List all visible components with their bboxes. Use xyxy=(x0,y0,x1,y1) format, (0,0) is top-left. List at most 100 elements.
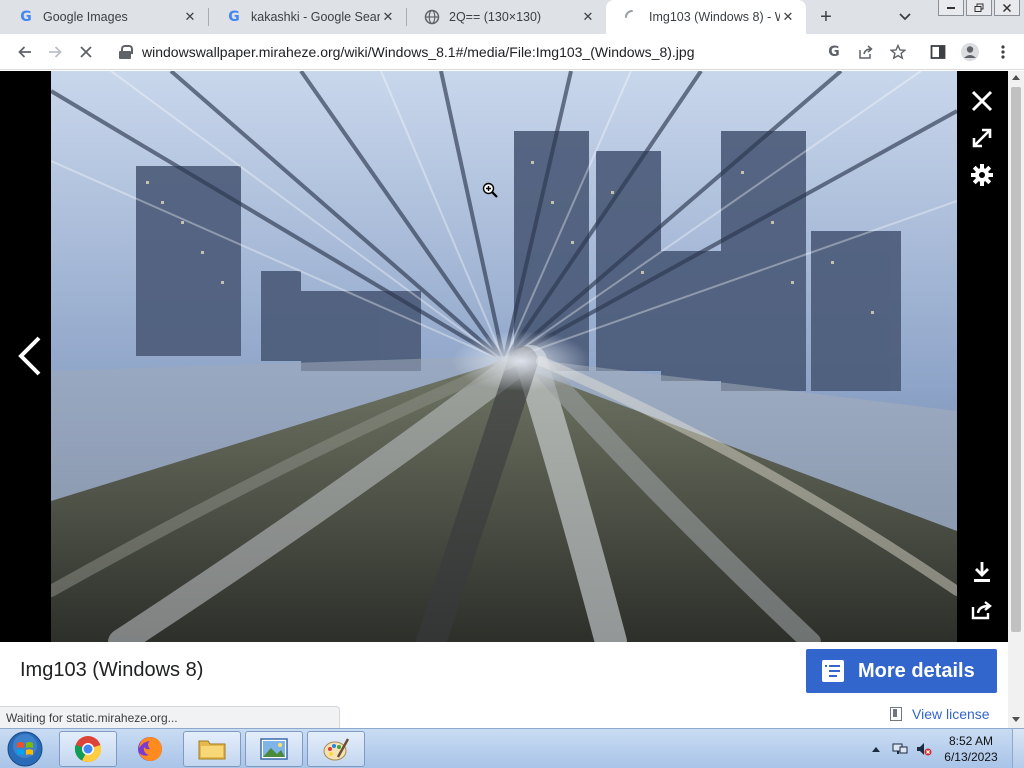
taskbar-photo-viewer[interactable] xyxy=(245,731,303,767)
loading-status: Waiting for static.miraheze.org... xyxy=(0,706,340,728)
new-tab-button[interactable]: + xyxy=(815,6,837,28)
loading-spinner-icon xyxy=(624,9,640,25)
share-icon xyxy=(971,601,992,620)
arrow-right-icon xyxy=(49,46,62,58)
stop-loading-button[interactable] xyxy=(75,41,97,63)
browser-menu-button[interactable] xyxy=(993,42,1013,62)
viewer-toolbar xyxy=(957,71,1008,642)
fullscreen-button[interactable] xyxy=(963,121,1001,155)
profile-button[interactable] xyxy=(960,42,980,62)
paint-icon xyxy=(323,738,350,761)
tunnel-photo xyxy=(51,71,957,642)
minimize-button[interactable] xyxy=(938,0,964,16)
close-viewer-button[interactable] xyxy=(963,84,1001,118)
license-icon xyxy=(890,707,902,721)
start-button[interactable] xyxy=(3,730,47,768)
google-icon: G xyxy=(228,9,240,25)
avatar-icon xyxy=(961,43,979,61)
windows-taskbar: 8:52 AM 6/13/2023 xyxy=(0,728,1024,768)
url-text[interactable]: windowswallpaper.miraheze.org/wiki/Windo… xyxy=(142,44,694,60)
document-icon xyxy=(822,660,844,682)
chrome-icon xyxy=(74,736,102,763)
close-window-button[interactable] xyxy=(994,0,1020,16)
view-license-label: View license xyxy=(912,706,990,722)
back-button[interactable] xyxy=(14,41,36,63)
tab-title: 2Q== (130×130) xyxy=(449,10,542,24)
download-icon xyxy=(974,562,990,582)
file-explorer-icon xyxy=(198,740,226,760)
tab-title: kakashki - Google Search xyxy=(251,10,380,24)
clock-date: 6/13/2023 xyxy=(944,750,998,764)
close-icon[interactable]: ✕ xyxy=(580,9,596,25)
more-details-button[interactable]: More details xyxy=(806,649,997,693)
zoom-in-cursor-icon xyxy=(482,182,498,198)
tab-search-button[interactable] xyxy=(896,8,914,26)
lock-icon[interactable] xyxy=(118,45,133,59)
google-icon: G xyxy=(20,9,32,25)
previous-image-button[interactable] xyxy=(10,326,50,386)
google-lens-button[interactable]: G xyxy=(824,42,844,62)
google-icon: G xyxy=(828,44,840,60)
firefox-icon xyxy=(138,737,162,761)
media-viewer xyxy=(0,71,1008,642)
wallpaper-image[interactable] xyxy=(51,71,957,642)
image-title: Img103 (Windows 8) xyxy=(20,659,204,681)
show-desktop-button[interactable] xyxy=(1012,729,1024,768)
close-icon[interactable]: ✕ xyxy=(182,9,198,25)
chevron-left-icon xyxy=(18,336,41,376)
scroll-down-arrow-icon[interactable] xyxy=(1012,717,1020,722)
share-image-button[interactable] xyxy=(963,593,1001,627)
tab-google-images[interactable]: G Google Images ✕ xyxy=(0,0,208,34)
taskbar-paint[interactable] xyxy=(307,731,365,767)
page-scrollbar[interactable] xyxy=(1008,71,1024,728)
taskbar-chrome[interactable] xyxy=(59,731,117,767)
view-license-link[interactable]: View license xyxy=(890,706,990,722)
scroll-up-arrow-icon[interactable] xyxy=(1012,75,1020,80)
speaker-muted-icon xyxy=(917,743,932,756)
window-controls xyxy=(936,0,1020,16)
clock-time: 8:52 AM xyxy=(948,734,994,748)
restore-icon xyxy=(974,3,984,12)
minimize-icon xyxy=(947,6,955,9)
close-icon xyxy=(1002,3,1012,12)
side-panel-icon xyxy=(930,45,946,59)
address-bar[interactable]: windowswallpaper.miraheze.org/wiki/Windo… xyxy=(108,38,918,66)
taskbar-file-explorer[interactable] xyxy=(183,731,241,767)
forward-button[interactable] xyxy=(44,41,66,63)
more-details-label: More details xyxy=(858,659,975,682)
tab-2q-image[interactable]: 2Q== (130×130) ✕ xyxy=(406,0,606,34)
show-hidden-icons-button[interactable] xyxy=(868,741,884,757)
gear-icon xyxy=(971,164,993,186)
close-icon[interactable]: ✕ xyxy=(780,9,796,25)
share-button[interactable] xyxy=(856,42,876,62)
system-tray xyxy=(868,729,940,768)
tab-img103-active[interactable]: Img103 (Windows 8) - W ✕ xyxy=(606,0,806,34)
taskbar-clock[interactable]: 8:52 AM 6/13/2023 xyxy=(936,733,1006,765)
arrow-left-icon xyxy=(18,46,31,58)
side-panel-button[interactable] xyxy=(928,42,948,62)
close-icon xyxy=(80,46,92,58)
browser-toolbar: windowswallpaper.miraheze.org/wiki/Windo… xyxy=(0,34,1024,70)
close-icon[interactable]: ✕ xyxy=(380,9,396,25)
chevron-up-icon xyxy=(872,747,880,752)
globe-icon xyxy=(424,9,440,25)
expand-icon xyxy=(972,128,992,148)
network-status-button[interactable] xyxy=(892,741,908,757)
star-icon xyxy=(890,44,906,60)
restore-button[interactable] xyxy=(966,0,992,16)
download-button[interactable] xyxy=(963,555,1001,589)
windows-logo-icon xyxy=(7,731,43,767)
settings-button[interactable] xyxy=(963,158,1001,192)
kebab-menu-icon xyxy=(1001,45,1005,59)
photo-viewer-icon xyxy=(260,738,288,760)
share-icon xyxy=(859,45,873,59)
network-icon xyxy=(892,743,908,754)
tab-kakashki-search[interactable]: G kakashki - Google Search ✕ xyxy=(208,0,406,34)
tab-title: Img103 (Windows 8) - W xyxy=(649,10,780,24)
bookmark-button[interactable] xyxy=(888,42,908,62)
close-icon xyxy=(971,90,993,112)
scroll-thumb[interactable] xyxy=(1011,87,1021,632)
volume-button[interactable] xyxy=(916,741,932,757)
tab-strip: G Google Images ✕ G kakashki - Google Se… xyxy=(0,0,1024,34)
taskbar-firefox[interactable] xyxy=(121,731,179,767)
